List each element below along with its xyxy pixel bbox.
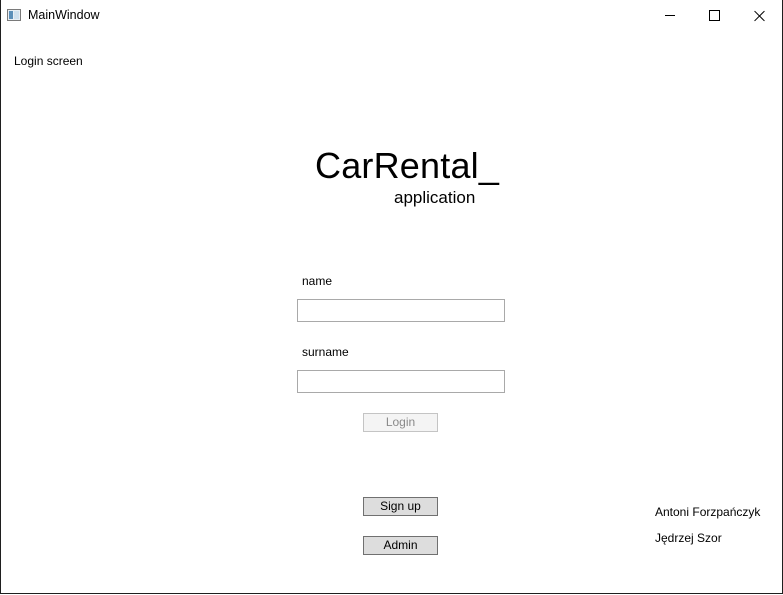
login-button[interactable]: Login xyxy=(363,413,438,432)
app-brand-title: CarRental_ xyxy=(315,145,500,186)
signup-button[interactable]: Sign up xyxy=(363,497,438,516)
surname-label: surname xyxy=(302,345,349,359)
app-window-icon xyxy=(7,9,21,21)
minimize-icon xyxy=(664,15,675,16)
main-window: MainWindow Login screen CarRental_ appli… xyxy=(0,0,783,594)
author-name: Jędrzej Szor xyxy=(655,531,722,545)
name-input[interactable] xyxy=(297,299,505,322)
surname-input[interactable] xyxy=(297,370,505,393)
maximize-button[interactable] xyxy=(692,0,737,31)
title-bar[interactable]: MainWindow xyxy=(1,0,782,31)
window-title: MainWindow xyxy=(28,8,100,22)
close-button[interactable] xyxy=(737,0,782,31)
admin-button[interactable]: Admin xyxy=(363,536,438,555)
minimize-button[interactable] xyxy=(647,0,692,31)
app-brand-subtitle: application xyxy=(394,188,476,207)
close-icon xyxy=(754,10,766,22)
name-label: name xyxy=(302,274,333,288)
screen-label: Login screen xyxy=(14,54,83,68)
author-name: Antoni Forzpańczyk xyxy=(655,505,761,519)
maximize-icon xyxy=(709,10,720,21)
